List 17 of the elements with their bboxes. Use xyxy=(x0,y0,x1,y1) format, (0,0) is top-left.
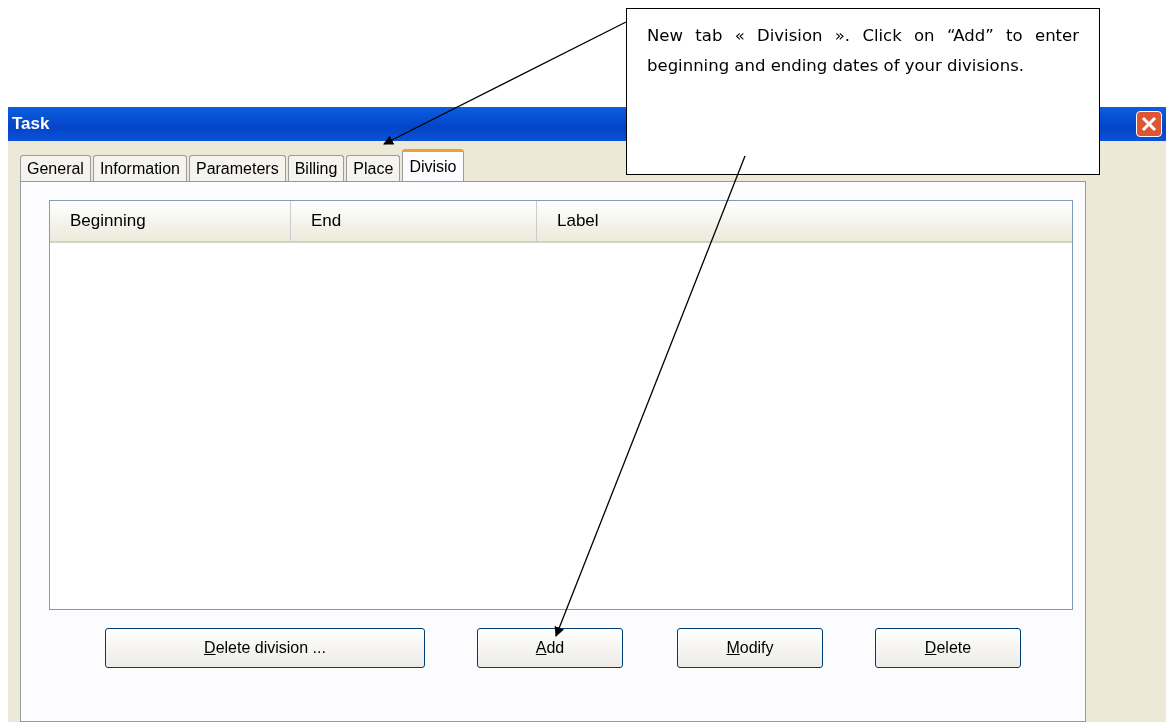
dialog-button[interactable]: Delete division ... xyxy=(105,628,425,668)
callout-text: New tab « Division ». Click on “Add” to enter beginning and ending dates of your divisions. xyxy=(647,25,1079,77)
tab[interactable]: Information xyxy=(92,155,187,181)
close-icon xyxy=(1139,114,1159,134)
tab[interactable]: Place xyxy=(346,155,401,181)
column-header[interactable]: Beginning xyxy=(50,201,291,241)
window-title: Task xyxy=(12,114,50,134)
dialog-button[interactable]: Delete xyxy=(875,628,1021,668)
column-header[interactable]: End xyxy=(291,201,537,241)
dialog-button[interactable]: Add xyxy=(477,628,623,668)
tab[interactable]: Billing xyxy=(287,155,345,181)
tab[interactable]: General xyxy=(20,155,91,181)
dialog-button[interactable]: Modify xyxy=(677,628,823,668)
close-button[interactable] xyxy=(1136,111,1162,137)
tab[interactable]: Parameters xyxy=(188,155,286,181)
tab[interactable]: Divisio xyxy=(402,149,464,181)
column-header[interactable]: Label xyxy=(537,201,1072,241)
